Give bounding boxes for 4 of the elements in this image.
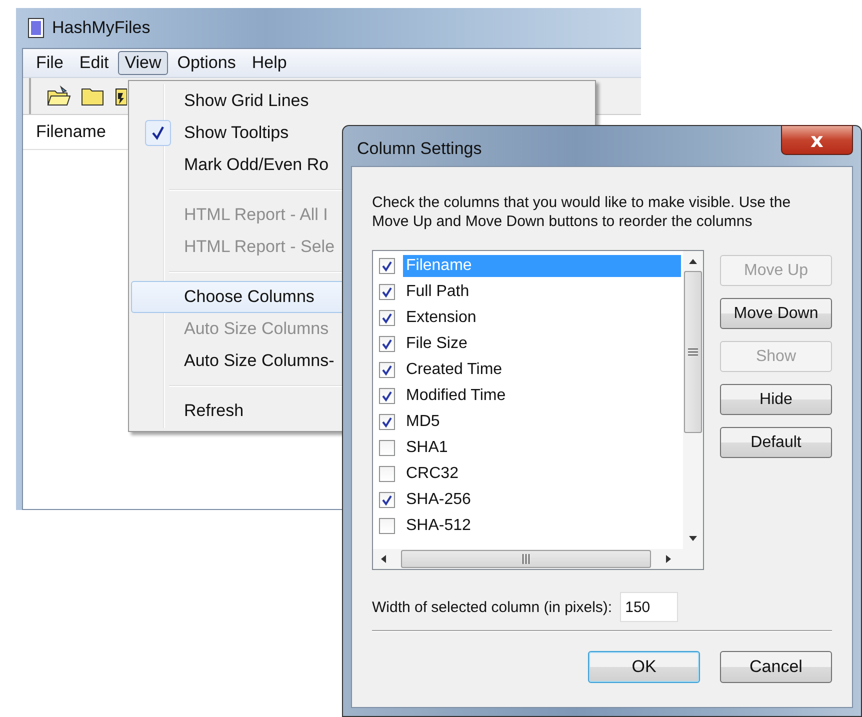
instructions-text: Check the columns that you would like to make visible. Use the Move Up and Move Down buttons to reorder the columns	[372, 193, 792, 231]
window-title: HashMyFiles	[52, 18, 150, 38]
dialog-title: Column Settings	[356, 138, 482, 159]
width-label: Width of selected column (in pixels):	[372, 598, 612, 616]
